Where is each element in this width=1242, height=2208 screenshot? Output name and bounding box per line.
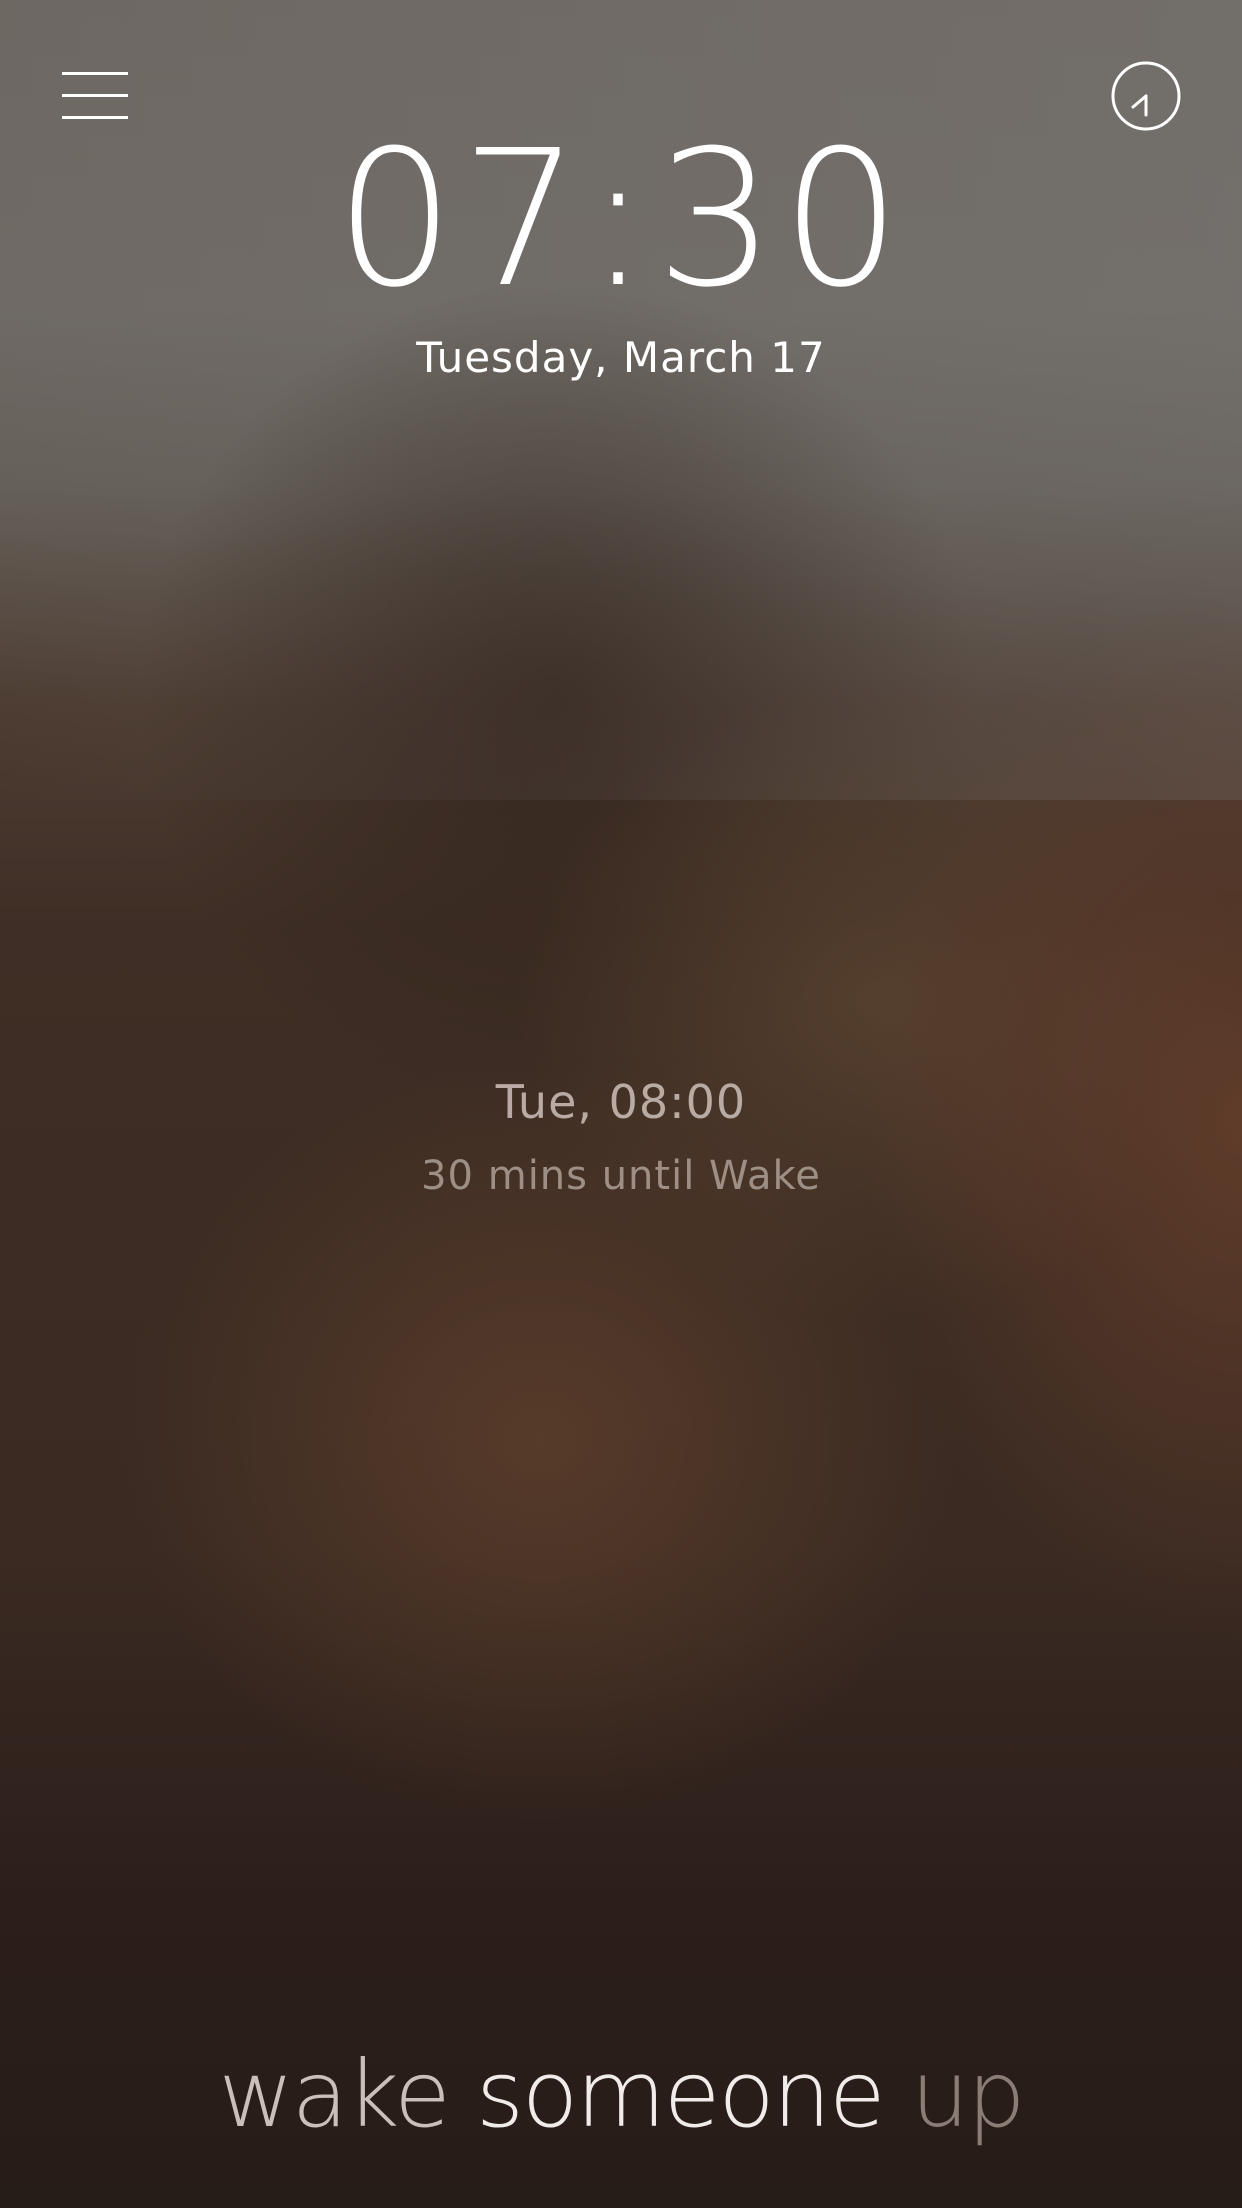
time-separator: : — [586, 110, 656, 329]
time-minutes: 30 — [655, 110, 907, 329]
current-date: Tuesday, March 17 — [416, 333, 826, 382]
wake-someone-up-button[interactable]: wake someone up — [0, 2040, 1242, 2150]
time-hours: 07 — [335, 110, 587, 329]
tagline-word-someone: someone — [475, 2041, 886, 2148]
next-alarm-time[interactable]: Tue, 08:00 — [0, 1070, 1242, 1134]
tagline-word-wake: wake — [218, 2041, 450, 2148]
alarm-countdown: 30 mins until Wake — [421, 1153, 821, 1199]
current-time: 07:30 — [0, 115, 1242, 325]
tagline-word-up: up — [910, 2041, 1026, 2148]
